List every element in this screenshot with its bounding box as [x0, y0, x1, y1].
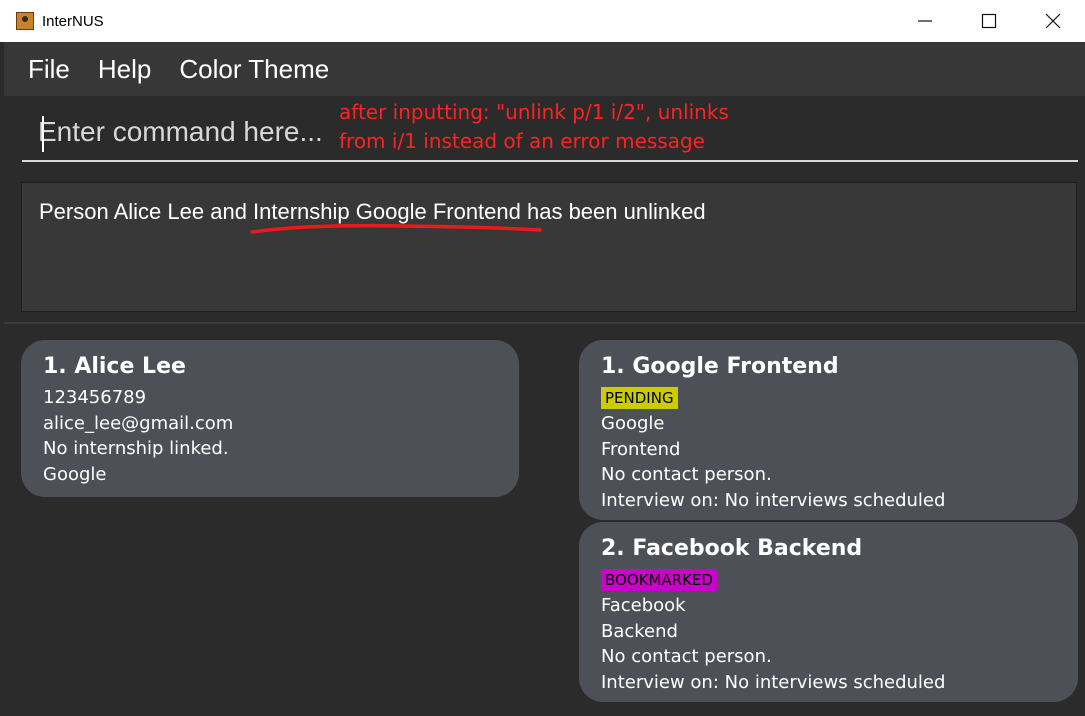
internship-card[interactable]: 2. Facebook Backend BOOKMARKED Facebook … — [579, 522, 1078, 702]
window-controls — [893, 0, 1085, 42]
status-badge: PENDING — [601, 387, 678, 409]
person-phone: 123456789 — [43, 387, 147, 408]
internship-contact: No contact person. — [601, 646, 772, 667]
red-underline-mark — [250, 223, 542, 234]
app-window: InterNUS File Help Color Theme after inp… — [0, 0, 1085, 716]
close-icon — [1045, 13, 1061, 29]
result-display: Person Alice Lee and Internship Google F… — [21, 182, 1077, 312]
menu-help[interactable]: Help — [98, 54, 151, 85]
minimize-button[interactable] — [893, 0, 957, 42]
text-caret — [42, 116, 44, 152]
internship-title: 1. Google Frontend — [601, 354, 839, 379]
title-bar: InterNUS — [0, 0, 1085, 42]
annotation-line-1: after inputting: "unlink p/1 i/2", unlin… — [339, 100, 729, 124]
annotation-note: after inputting: "unlink p/1 i/2", unlin… — [339, 98, 729, 156]
person-name: 1. Alice Lee — [43, 354, 186, 379]
person-internship: No internship linked. — [43, 438, 229, 459]
maximize-icon — [981, 13, 997, 29]
close-button[interactable] — [1021, 0, 1085, 42]
internship-interview: Interview on: No interviews scheduled — [601, 671, 946, 693]
person-company: Google — [43, 463, 107, 485]
internship-company: Facebook — [601, 595, 686, 616]
status-badge: BOOKMARKED — [601, 569, 717, 591]
internship-title: 2. Facebook Backend — [601, 536, 863, 561]
menu-bar: File Help Color Theme — [4, 42, 1085, 96]
internship-contact: No contact person. — [601, 464, 772, 485]
maximize-button[interactable] — [957, 0, 1021, 42]
window-title: InterNUS — [42, 12, 104, 30]
internship-company: Google — [601, 413, 665, 434]
minimize-icon — [918, 20, 932, 22]
app-icon — [16, 12, 34, 30]
menu-file[interactable]: File — [28, 54, 70, 85]
person-card[interactable]: 1. Alice Lee 123456789 alice_lee@gmail.c… — [21, 340, 519, 497]
person-email: alice_lee@gmail.com — [43, 412, 234, 434]
panel-divider — [4, 322, 1085, 324]
internship-interview: Interview on: No interviews scheduled — [601, 489, 946, 511]
annotation-line-2: from i/1 instead of an error message — [339, 129, 705, 153]
menu-color-theme[interactable]: Color Theme — [179, 54, 329, 85]
internship-card[interactable]: 1. Google Frontend PENDING Google Fronte… — [579, 340, 1078, 520]
internship-role: Backend — [601, 620, 678, 642]
internship-role: Frontend — [601, 438, 681, 460]
